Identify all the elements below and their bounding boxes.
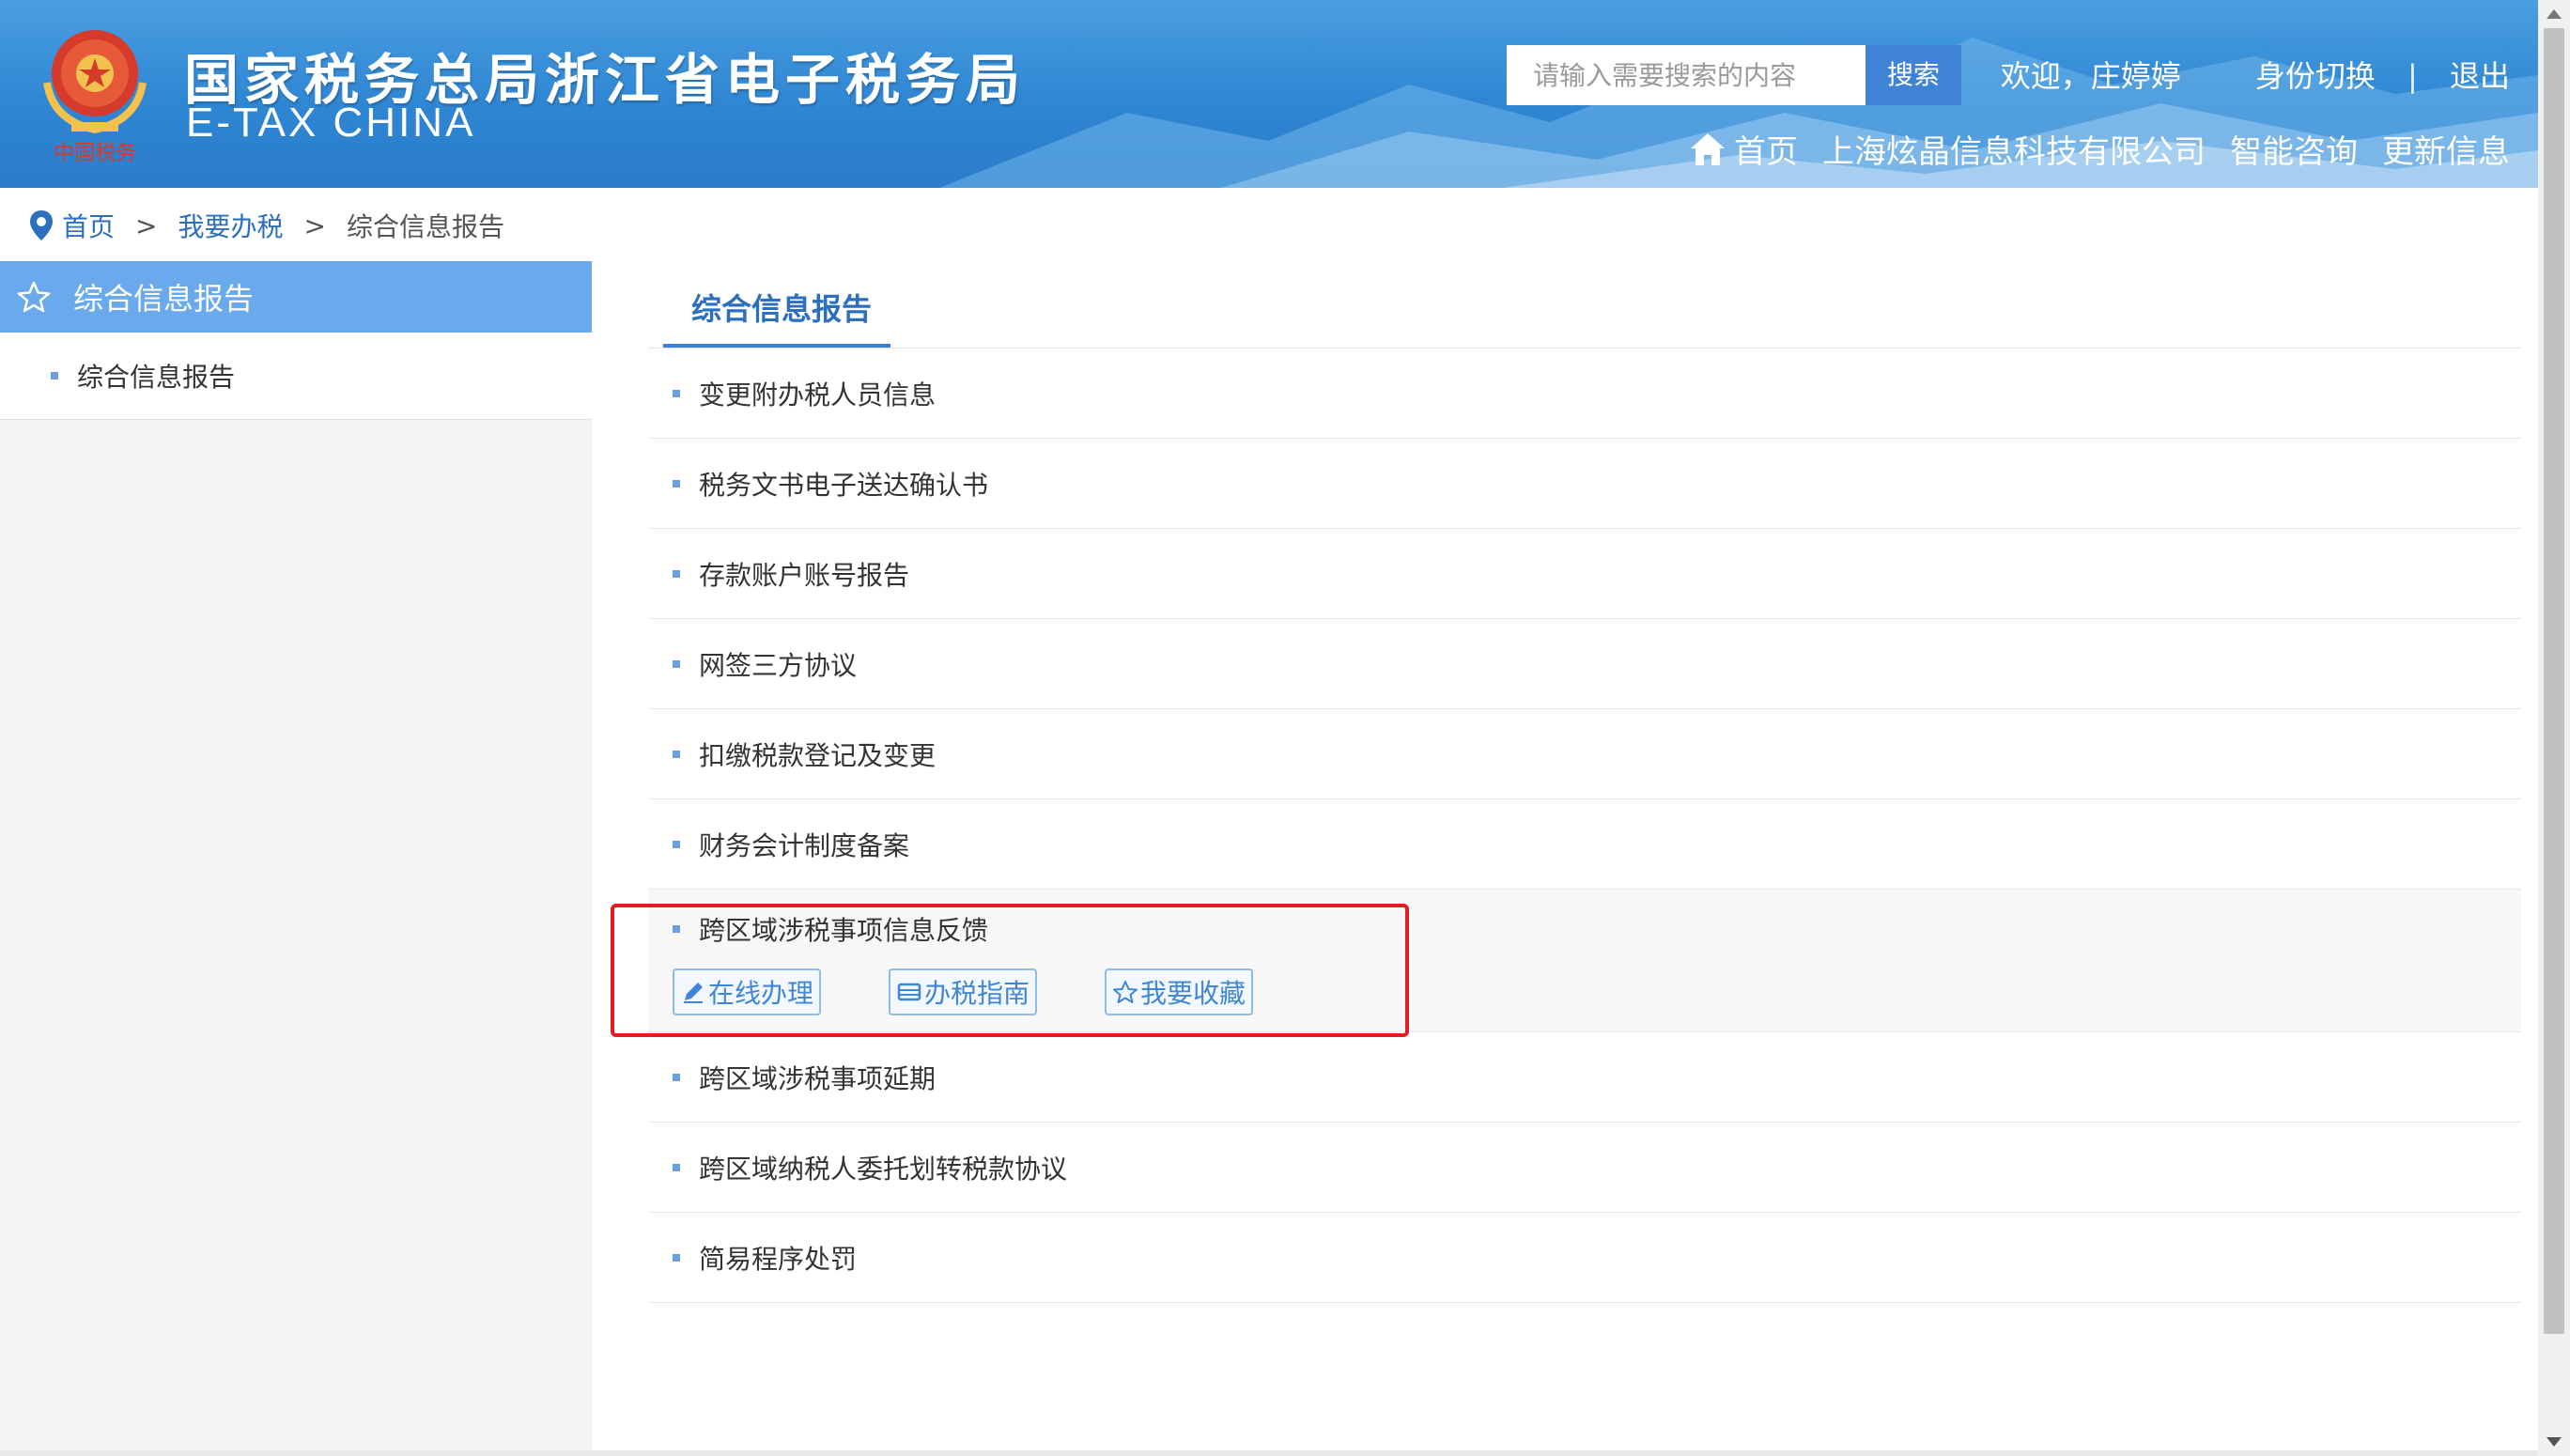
user-name[interactable]: 庄婷婷 xyxy=(2091,53,2181,96)
list-item[interactable]: 跨区域纳税人委托划转税款协议 xyxy=(648,1123,2521,1213)
search-button[interactable]: 搜索 xyxy=(1866,45,1961,105)
scroll-thumb[interactable] xyxy=(2544,28,2564,1334)
user-links: 欢迎，庄婷婷 | 身份切换 | 退出 xyxy=(2001,53,2510,96)
add-favorite-button[interactable]: 我要收藏 xyxy=(1105,968,1254,1015)
pencil-icon xyxy=(684,983,703,1003)
tab-comprehensive-report[interactable]: 综合信息报告 xyxy=(691,286,872,329)
scroll-up-arrow-icon[interactable] xyxy=(2547,9,2562,19)
breadcrumb: 首页 > 我要办税 > 综合信息报告 xyxy=(28,207,504,244)
list-item-label[interactable]: 跨区域涉税事项延期 xyxy=(699,1059,936,1096)
search-input[interactable] xyxy=(1507,45,1866,105)
breadcrumb-arrow: > xyxy=(135,209,158,241)
logout-link[interactable]: 退出 xyxy=(2450,53,2510,96)
sidebar-item-label: 综合信息报告 xyxy=(77,362,236,393)
nav-company[interactable]: 上海炫晶信息科技有限公司 xyxy=(1822,126,2206,172)
site-subtitle: E-TAX CHINA xyxy=(186,100,476,146)
list-item[interactable]: 网签三方协议 xyxy=(648,619,2521,709)
list-item-label[interactable]: 跨区域涉税事项信息反馈 xyxy=(699,910,988,948)
list-item-label[interactable]: 变更附办税人员信息 xyxy=(699,375,936,412)
service-list: 变更附办税人员信息 税务文书电子送达确认书 存款账户账号报告 网签三方协议 扣缴… xyxy=(648,349,2521,1303)
nav-smart-consult[interactable]: 智能咨询 xyxy=(2230,126,2358,172)
tax-guide-button[interactable]: 办税指南 xyxy=(889,968,1038,1015)
bottom-strip xyxy=(0,1450,2538,1456)
switch-identity-link[interactable]: 身份切换 xyxy=(2255,53,2376,96)
list-item[interactable]: 变更附办税人员信息 xyxy=(648,349,2521,439)
bullet xyxy=(673,1164,680,1171)
scroll-down-arrow-icon[interactable] xyxy=(2547,1437,2562,1447)
list-item[interactable]: 跨区域涉税事项延期 xyxy=(648,1032,2521,1123)
list-item-label[interactable]: 跨区域纳税人委托划转税款协议 xyxy=(699,1149,1067,1186)
list-item-label[interactable]: 简易程序处罚 xyxy=(699,1239,857,1277)
bullet xyxy=(673,925,680,933)
star-outline-icon xyxy=(1113,981,1138,1003)
breadcrumb-current: 综合信息报告 xyxy=(346,211,504,242)
bullet xyxy=(673,841,680,848)
bullet xyxy=(673,1074,680,1081)
tax-guide-label: 办税指南 xyxy=(924,978,1030,1009)
location-pin-icon xyxy=(30,210,53,240)
bullet xyxy=(673,751,680,758)
bullet xyxy=(673,570,680,578)
list-item-label[interactable]: 存款账户账号报告 xyxy=(699,555,909,593)
online-handle-label: 在线办理 xyxy=(708,978,814,1009)
list-item-label[interactable]: 税务文书电子送达确认书 xyxy=(699,465,988,503)
bullet xyxy=(673,1254,680,1262)
book-icon xyxy=(897,983,921,1001)
list-item-label[interactable]: 扣缴税款登记及变更 xyxy=(699,736,936,773)
welcome-text: 欢迎， xyxy=(2000,58,2091,94)
list-item[interactable]: 财务会计制度备案 xyxy=(648,799,2521,890)
site-header: 中国税务 国家税务总局浙江省电子税务局 E-TAX CHINA 搜索 欢迎，庄婷… xyxy=(0,0,2538,188)
nav-update-info[interactable]: 更新信息 xyxy=(2382,126,2510,172)
sidebar-header[interactable]: 综合信息报告 xyxy=(0,261,592,333)
nav-home[interactable]: 首页 xyxy=(1734,126,1798,172)
divider: | xyxy=(2407,58,2418,94)
bullet xyxy=(673,480,680,488)
breadcrumb-home[interactable]: 首页 xyxy=(62,207,115,244)
bullet xyxy=(673,390,680,397)
home-icon xyxy=(1691,132,1725,165)
star-icon xyxy=(17,281,51,313)
item-actions: 在线办理 办税指南 我要收藏 xyxy=(673,968,1321,1015)
sidebar-item-comprehensive-report[interactable]: 综合信息报告 xyxy=(0,333,592,420)
vertical-scrollbar[interactable] xyxy=(2538,0,2570,1456)
online-handle-button[interactable]: 在线办理 xyxy=(673,968,822,1015)
breadcrumb-arrow: > xyxy=(303,209,326,241)
list-item[interactable]: 扣缴税款登记及变更 xyxy=(648,709,2521,799)
breadcrumb-tax-service[interactable]: 我要办税 xyxy=(178,207,283,244)
sidebar-header-label: 综合信息报告 xyxy=(73,281,255,317)
list-item-label[interactable]: 网签三方协议 xyxy=(699,645,857,683)
list-item-label[interactable]: 财务会计制度备案 xyxy=(699,826,909,863)
list-item[interactable]: 税务文书电子送达确认书 xyxy=(648,439,2521,529)
top-nav: 首页 上海炫晶信息科技有限公司 智能咨询 更新信息 xyxy=(1689,126,2510,172)
bullet xyxy=(51,372,58,379)
list-item[interactable]: 存款账户账号报告 xyxy=(648,529,2521,619)
list-item[interactable]: 简易程序处罚 xyxy=(648,1213,2521,1303)
tax-emblem-icon: 中国税务 xyxy=(43,30,147,165)
bullet xyxy=(673,660,680,668)
add-favorite-label: 我要收藏 xyxy=(1140,978,1246,1009)
list-item-expanded[interactable]: 跨区域涉税事项信息反馈 在线办理 办税指南 我要收藏 xyxy=(648,890,2521,1032)
sidebar: 综合信息报告 综合信息报告 xyxy=(0,261,592,1456)
svg-text:中国税务: 中国税务 xyxy=(54,142,136,165)
